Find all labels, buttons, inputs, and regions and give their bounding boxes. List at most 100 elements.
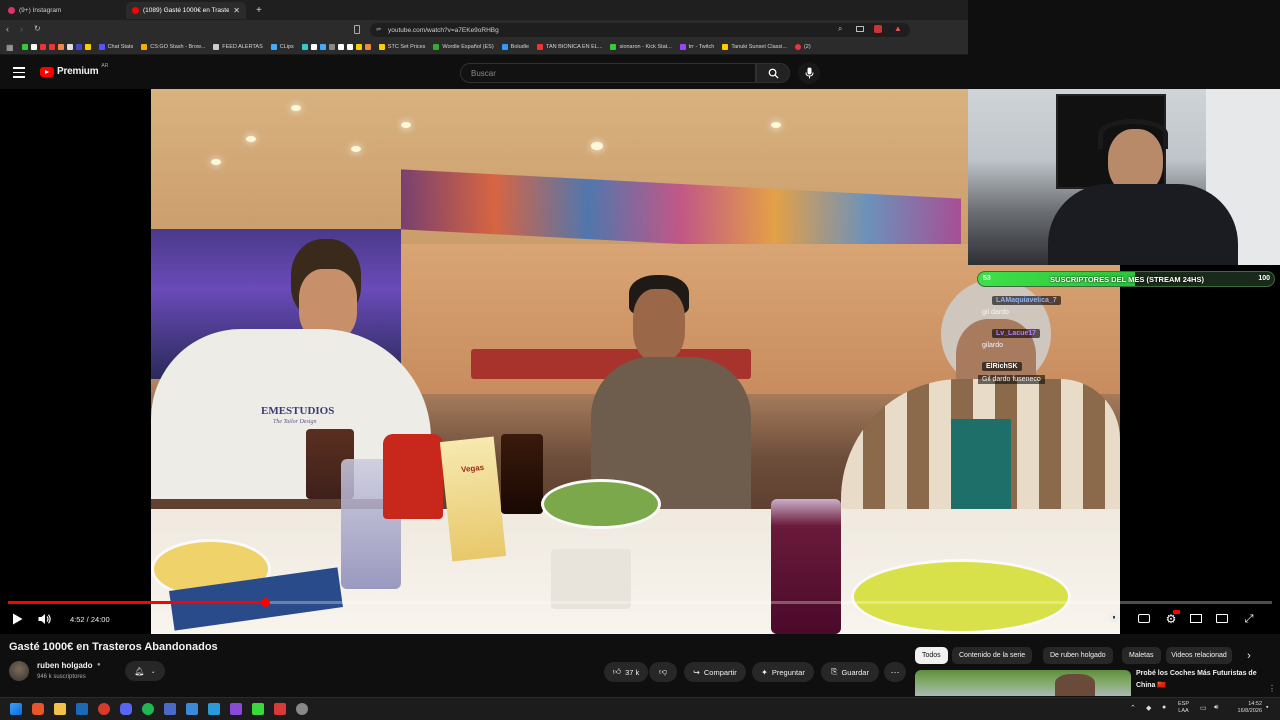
bookmark-stc-set-prices[interactable]: STC Set Prices: [378, 44, 425, 50]
settings-button[interactable]: ⚙: [1164, 610, 1180, 626]
back-icon[interactable]: ‹: [6, 24, 9, 34]
like-count: 37 k: [625, 667, 640, 677]
dislike-button[interactable]: 👎︎: [649, 662, 677, 682]
bookmark-clips[interactable]: CLips: [270, 44, 294, 50]
tray-app-icon[interactable]: ●: [1162, 704, 1166, 711]
progress-bar[interactable]: [8, 598, 1272, 607]
bookmark-folder[interactable]: (2): [794, 44, 811, 50]
chat-text: Gil dardo fuseneco: [978, 375, 1045, 384]
network-icon[interactable]: ▭: [1200, 704, 1207, 712]
forward-icon[interactable]: ›: [20, 24, 23, 34]
apps-icon[interactable]: ▦: [6, 43, 14, 52]
clock[interactable]: 14:52 16/8/2026: [1232, 701, 1262, 714]
close-icon[interactable]: ✕: [233, 6, 240, 15]
chrome-icon[interactable]: [98, 703, 110, 715]
url-bar[interactable]: youtube.com/watch?v=a7EKe9oRHBg: [370, 23, 910, 37]
share-button[interactable]: ↪ Compartir: [684, 662, 746, 682]
app-icon[interactable]: [274, 703, 286, 715]
chat-username: ElRichSK: [982, 362, 1022, 371]
tray-app-icon[interactable]: ◆: [1146, 704, 1151, 712]
channel-name[interactable]: ruben holgado: [37, 661, 93, 670]
chip-series[interactable]: Contenido de la serie: [952, 647, 1033, 664]
chips-next-button[interactable]: ›: [1240, 647, 1258, 664]
chat-username: LAMaquiavelica_7: [992, 296, 1061, 305]
bookmark-wordle[interactable]: Wordle Español (ES): [433, 44, 494, 50]
share-icon: ↪: [693, 667, 700, 677]
chip-channel[interactable]: De ruben holgado: [1043, 647, 1113, 664]
chip-todos[interactable]: Todos: [915, 647, 948, 664]
bookmark-chat-stats[interactable]: Chat Stats: [98, 44, 133, 50]
like-button[interactable]: 👍︎ 37 k: [604, 662, 648, 682]
windows-start-icon[interactable]: [10, 703, 22, 715]
search-button[interactable]: [756, 63, 790, 83]
ceiling-light: [771, 122, 781, 128]
bookmark-tan-bionica[interactable]: TAN BIONICA EN EL...: [537, 44, 602, 50]
bookmark-feed-alertas[interactable]: FEED ALERTAS: [213, 44, 263, 50]
ask-button[interactable]: ✦ Preguntar: [752, 662, 814, 682]
menu-card: [439, 436, 507, 562]
voice-search-button[interactable]: [798, 62, 820, 84]
shirt-text: EMESTUDIOS: [261, 405, 335, 417]
play-button[interactable]: [10, 612, 24, 626]
video-thumbnail: [915, 670, 1131, 696]
tab-youtube-video[interactable]: (1089) Gasté 1000€ en Trasteros ✕: [126, 2, 246, 19]
avatar[interactable]: [9, 661, 29, 681]
app-icon[interactable]: [164, 703, 176, 715]
video-player[interactable]: EMESTUDIOS The Tailor Design Vegas 53 SU…: [0, 89, 1280, 634]
more-actions-button[interactable]: ⋯: [884, 662, 906, 682]
app-icon[interactable]: [208, 703, 220, 715]
volume-icon[interactable]: 🔊︎: [1214, 704, 1218, 712]
subtitles-button[interactable]: [1137, 612, 1151, 624]
notifications-button[interactable]: 🔔︎ ⌄: [125, 661, 165, 681]
extension-icon[interactable]: [874, 25, 882, 33]
autoplay-toggle[interactable]: ⏸: [1108, 612, 1120, 624]
bell-icon: 🔔︎: [134, 666, 145, 676]
bookmark-tanuki[interactable]: Tanuki Sunset Classi...: [722, 44, 787, 50]
discord-icon[interactable]: [120, 703, 132, 715]
spotify-icon[interactable]: [142, 703, 154, 715]
ceiling-light: [291, 105, 301, 111]
tray-chevron-icon[interactable]: ⌃: [1130, 704, 1136, 712]
brave-icon[interactable]: [32, 703, 44, 715]
cast-button[interactable]: [1215, 612, 1229, 624]
search-placeholder: Buscar: [471, 68, 496, 78]
gear-icon: ⚙: [1165, 612, 1177, 626]
fullscreen-button[interactable]: ⤢: [1242, 612, 1256, 626]
site-info-icon[interactable]: ⇌: [376, 26, 381, 33]
steam-icon[interactable]: [76, 703, 88, 715]
notifications-icon[interactable]: ▪: [1266, 704, 1268, 711]
kick-icon[interactable]: [252, 703, 264, 715]
miniplayer-button[interactable]: [1189, 612, 1203, 624]
subtitles-icon: [1138, 613, 1150, 623]
more-icon: ⋯: [890, 666, 900, 677]
salad-plate: [541, 479, 661, 529]
zoom-icon[interactable]: ⌕: [838, 24, 842, 34]
twitch-icon[interactable]: [230, 703, 242, 715]
brave-icon[interactable]: ▲: [894, 24, 902, 33]
search-input[interactable]: Buscar: [460, 63, 756, 83]
language-indicator[interactable]: ESP LAA: [1178, 701, 1189, 714]
cast-icon[interactable]: [856, 26, 864, 32]
miniplayer-icon: [1190, 613, 1202, 623]
tab-instagram[interactable]: (9+) Instagram: [2, 2, 122, 19]
youtube-premium-logo[interactable]: Premium AR: [40, 63, 108, 77]
more-icon[interactable]: ⋮: [1268, 684, 1276, 693]
app-icon[interactable]: [186, 703, 198, 715]
mute-button[interactable]: [37, 612, 53, 626]
chip-maletas[interactable]: Maletas: [1122, 647, 1161, 664]
reload-icon[interactable]: ↻: [34, 24, 41, 33]
bookmark-kick-stats[interactable]: sionaron - Kick Stat...: [610, 44, 672, 50]
bookmark-boludle[interactable]: Boludle: [501, 44, 529, 50]
settings-gear-icon[interactable]: [296, 703, 308, 715]
file-explorer-icon[interactable]: [54, 703, 66, 715]
bookmark-csgo-stash[interactable]: CS:GO Stash - Brow...: [141, 44, 205, 50]
sub-goal-bar: 53 SUSCRIPTORES DEL MES (STREAM 24HS) 10…: [977, 271, 1275, 287]
save-button[interactable]: ⎘ Guardar: [821, 662, 879, 682]
chip-related[interactable]: Videos relacionad: [1166, 647, 1232, 664]
recommended-video[interactable]: Probé los Coches Más Futuristas de China…: [915, 670, 1280, 696]
ceiling-light: [246, 136, 256, 142]
bookmark-icon[interactable]: [354, 25, 360, 34]
new-tab-button[interactable]: +: [250, 2, 264, 19]
menu-icon[interactable]: [13, 67, 25, 78]
bookmark-twitch[interactable]: trr - Twitch: [679, 44, 714, 50]
